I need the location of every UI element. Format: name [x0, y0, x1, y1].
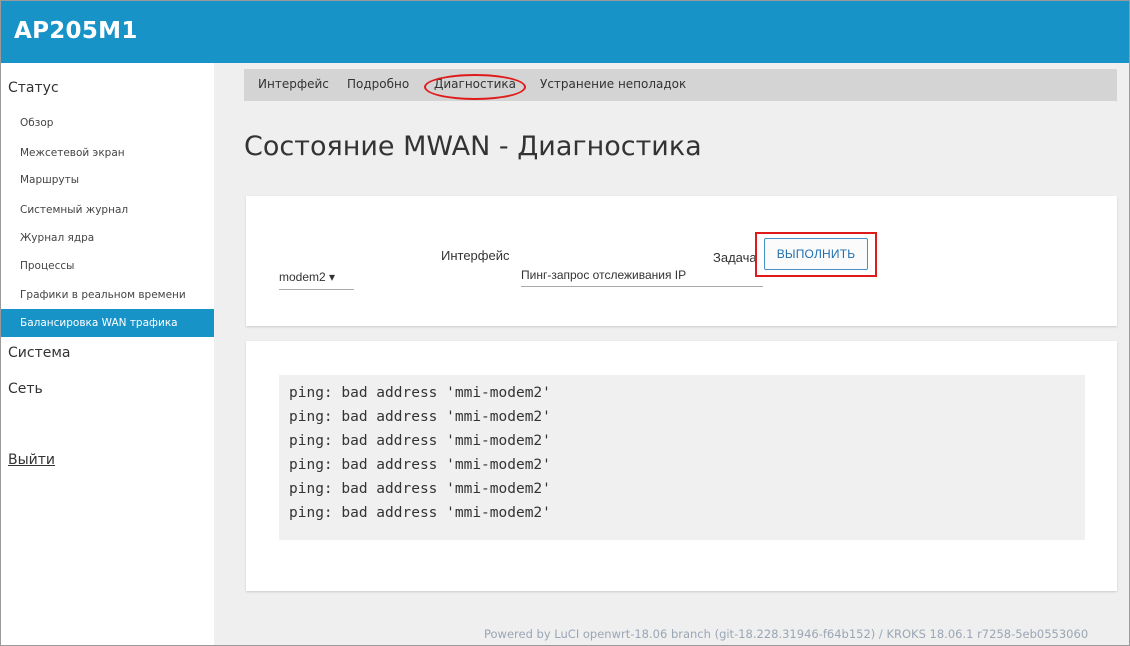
interface-select[interactable]: modem2 ▾	[279, 267, 354, 290]
sidebar-item-kernel-log[interactable]: Журнал ядра	[1, 224, 214, 252]
sidebar-item-realtime-graphs[interactable]: Графики в реальном времени	[1, 281, 214, 309]
output-line: ping: bad address 'mmi-modem2'	[289, 409, 551, 425]
sidebar-group-status[interactable]: Статус	[8, 80, 59, 96]
diagnostics-form-panel: Интерфейс modem2 ▾ Задача Пинг-запрос от…	[246, 196, 1117, 326]
tab-details[interactable]: Подробно	[347, 69, 409, 101]
page-title: Состояние MWAN - Диагностика	[244, 131, 702, 162]
sidebar-item-system-log[interactable]: Системный журнал	[1, 196, 214, 224]
interface-label: Интерфейс	[441, 248, 510, 263]
output-line: ping: bad address 'mmi-modem2'	[289, 385, 551, 401]
sidebar-item-overview[interactable]: Обзор	[1, 109, 214, 137]
sidebar-item-routes[interactable]: Маршруты	[1, 166, 214, 194]
brand-title[interactable]: AP205M1	[14, 18, 138, 44]
sidebar-item-wan-balancing[interactable]: Балансировка WAN трафика	[1, 309, 214, 337]
ping-output: ping: bad address 'mmi-modem2' ping: bad…	[279, 375, 1085, 540]
logout-link[interactable]: Выйти	[8, 452, 55, 468]
footer-text: Powered by LuCI openwrt-18.06 branch (gi…	[484, 627, 1089, 641]
sidebar-group-system[interactable]: Система	[8, 345, 70, 361]
task-label: Задача	[713, 250, 757, 265]
output-panel: ping: bad address 'mmi-modem2' ping: bad…	[246, 341, 1117, 591]
main-content: Интерфейс Подробно Диагностика Устранени…	[214, 63, 1129, 645]
sidebar: Статус Обзор Межсетевой экран Маршруты С…	[1, 63, 214, 645]
output-line: ping: bad address 'mmi-modem2'	[289, 481, 551, 497]
top-header: AP205M1	[1, 1, 1129, 63]
tab-troubleshooting[interactable]: Устранение неполадок	[540, 69, 686, 101]
output-line: ping: bad address 'mmi-modem2'	[289, 433, 551, 449]
run-button[interactable]: ВЫПОЛНИТЬ	[764, 238, 868, 270]
sidebar-item-firewall[interactable]: Межсетевой экран	[1, 139, 214, 167]
tab-bar: Интерфейс Подробно Диагностика Устранени…	[244, 69, 1117, 101]
task-select[interactable]: Пинг-запрос отслеживания IP	[521, 265, 763, 287]
tab-highlight-circle	[424, 74, 526, 100]
output-line: ping: bad address 'mmi-modem2'	[289, 457, 551, 473]
tab-interface[interactable]: Интерфейс	[258, 69, 329, 101]
app-window: AP205M1 Статус Обзор Межсетевой экран Ма…	[0, 0, 1130, 646]
output-line: ping: bad address 'mmi-modem2'	[289, 505, 551, 521]
sidebar-group-network[interactable]: Сеть	[8, 381, 43, 397]
sidebar-item-processes[interactable]: Процессы	[1, 252, 214, 280]
